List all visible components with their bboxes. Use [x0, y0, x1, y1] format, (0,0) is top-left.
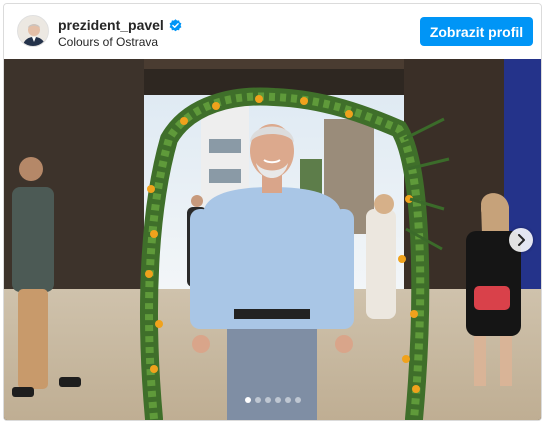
- location-link[interactable]: Colours of Ostrava: [58, 35, 158, 49]
- carousel-dot: [274, 397, 281, 403]
- carousel-dot-active: [244, 397, 251, 403]
- carousel-dot: [294, 397, 301, 403]
- post-photo[interactable]: [4, 59, 541, 420]
- view-profile-button[interactable]: Zobrazit profil: [420, 17, 533, 46]
- instagram-embed-card: prezident_pavel Colours of Ostrava Zobra…: [3, 3, 542, 421]
- next-image-button[interactable]: [509, 228, 533, 252]
- verified-badge-icon: [169, 18, 182, 32]
- username-row: prezident_pavel: [58, 17, 182, 33]
- post-header: prezident_pavel Colours of Ostrava Zobra…: [4, 4, 541, 59]
- avatar[interactable]: [17, 15, 49, 47]
- carousel-indicator: [4, 397, 541, 403]
- carousel-dot: [264, 397, 271, 403]
- chevron-right-icon: [518, 234, 525, 246]
- carousel-dot: [284, 397, 291, 403]
- carousel-dot: [254, 397, 261, 403]
- username[interactable]: prezident_pavel: [58, 17, 164, 33]
